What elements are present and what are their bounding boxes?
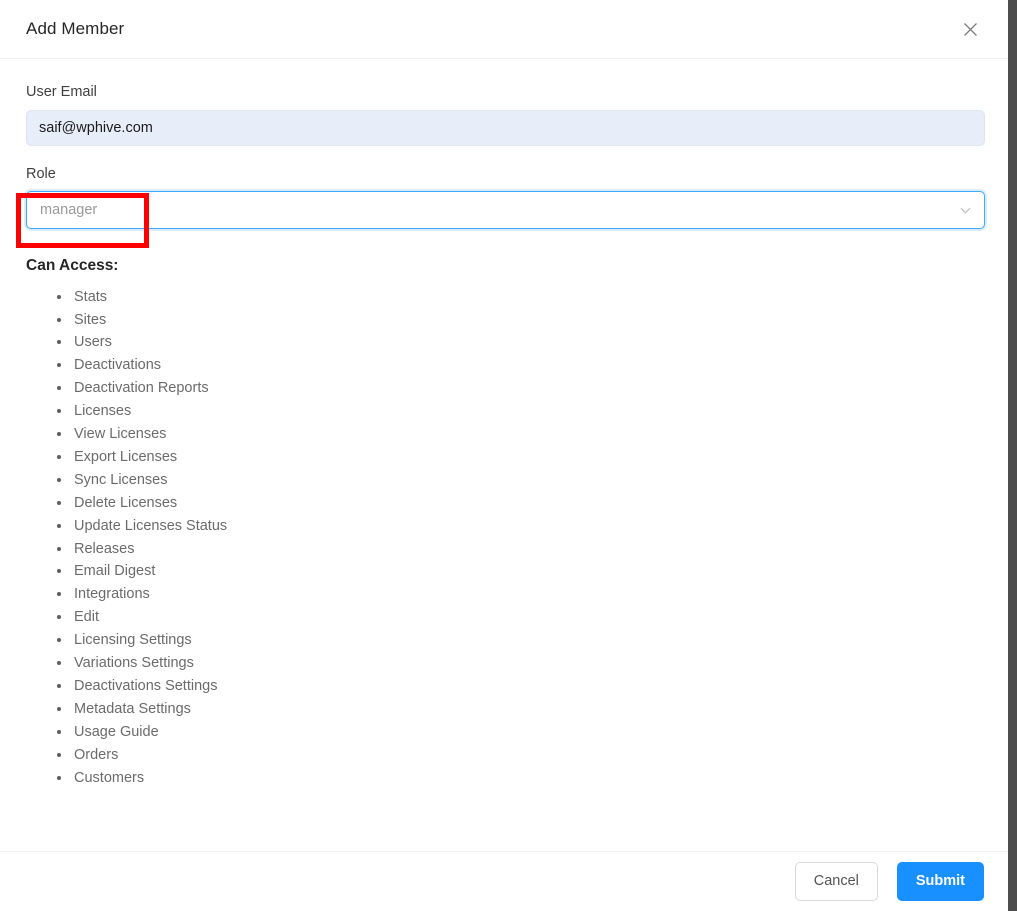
list-item: Variations Settings <box>72 652 984 675</box>
role-select[interactable]: manager <box>26 191 985 229</box>
list-item: Email Digest <box>72 560 984 583</box>
submit-button[interactable]: Submit <box>896 862 984 901</box>
modal-footer: Cancel Submit <box>0 851 1009 911</box>
list-item: Deactivations <box>72 354 984 377</box>
list-item: View Licenses <box>72 423 984 446</box>
user-email-label: User Email <box>26 84 97 100</box>
list-item: Orders <box>72 744 984 767</box>
list-item: Releases <box>72 538 984 561</box>
list-item: Deactivation Reports <box>72 377 984 400</box>
list-item: Edit <box>72 606 984 629</box>
modal-header: Add Member <box>0 0 1009 59</box>
close-icon[interactable] <box>953 12 987 46</box>
modal-body: User Email Role manager Can Access: Stat… <box>0 59 1009 851</box>
role-label: Role <box>26 165 56 182</box>
list-item: Deactivations Settings <box>72 675 984 698</box>
chevron-down-glyph <box>960 207 971 214</box>
modal-title: Add Member <box>26 19 125 38</box>
list-item: Sync Licenses <box>72 469 984 492</box>
list-item: Customers <box>72 767 984 790</box>
list-item: Integrations <box>72 583 984 606</box>
close-glyph <box>963 22 977 36</box>
list-item: Export Licenses <box>72 446 984 469</box>
page-scrollbar[interactable] <box>1008 0 1017 911</box>
can-access-title: Can Access: <box>26 257 119 274</box>
role-select-value: manager <box>40 202 98 218</box>
list-item: Users <box>72 331 984 354</box>
user-email-input[interactable] <box>26 109 985 146</box>
list-item: Sites <box>72 309 984 332</box>
list-item: Delete Licenses <box>72 492 984 515</box>
list-item: Licenses <box>72 400 984 423</box>
list-item: Licensing Settings <box>72 629 984 652</box>
list-item: Stats <box>72 286 984 309</box>
list-item: Update Licenses Status <box>72 515 984 538</box>
list-item: Usage Guide <box>72 721 984 744</box>
cancel-button[interactable]: Cancel <box>794 862 878 901</box>
list-item: Metadata Settings <box>72 698 984 721</box>
add-member-modal: Add Member User Email Role manager Can <box>0 0 1009 911</box>
can-access-list: Stats Sites Users Deactivations Deactiva… <box>26 286 984 790</box>
user-email-field-group: User Email <box>26 84 985 146</box>
chevron-down-icon <box>959 204 972 217</box>
role-field-group: Role manager <box>26 165 985 229</box>
